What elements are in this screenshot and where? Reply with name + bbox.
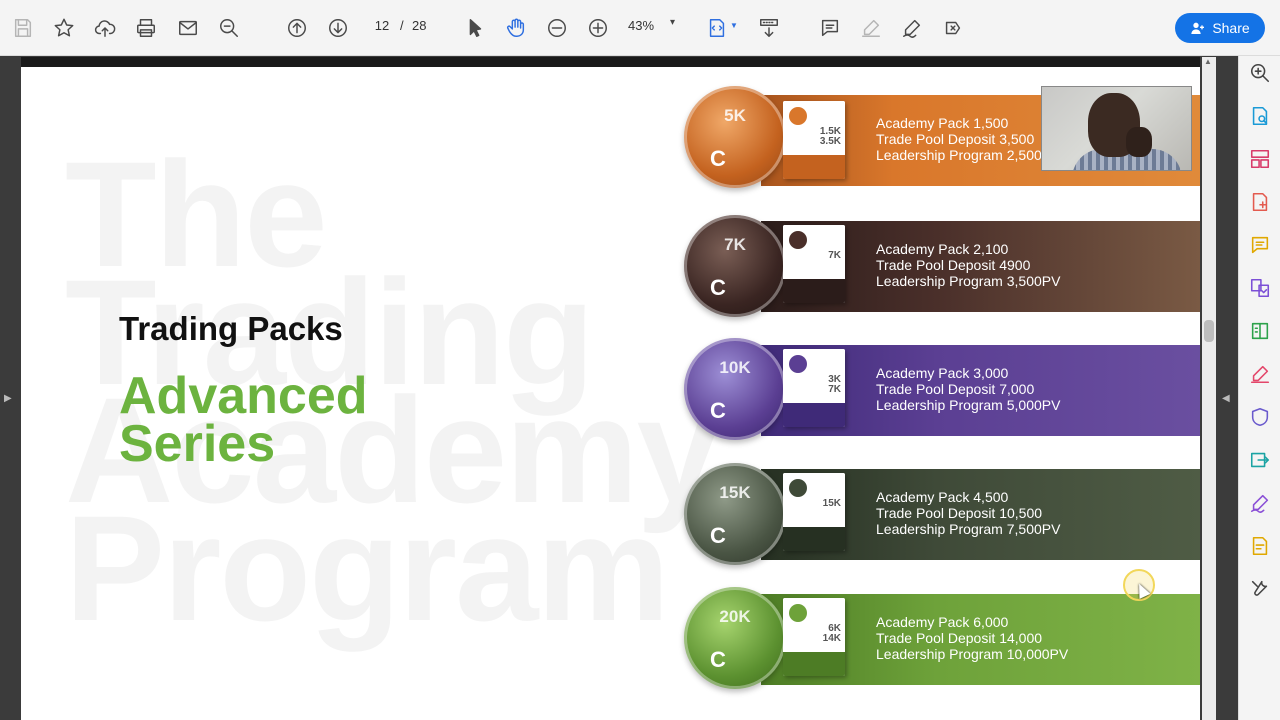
tools-sidebar xyxy=(1238,56,1280,720)
hand-tool-icon[interactable] xyxy=(500,12,532,44)
scrollbar-thumb[interactable] xyxy=(1204,320,1214,342)
select-cursor-icon[interactable] xyxy=(459,12,491,44)
prepare-form-icon[interactable] xyxy=(1247,533,1273,559)
pack-coin-5k: 5K C xyxy=(684,86,786,188)
webcam-overlay xyxy=(1041,86,1192,171)
box-label: 6K 14K xyxy=(822,623,841,644)
coin-value: 20K xyxy=(719,607,751,626)
share-label: Share xyxy=(1212,20,1250,36)
organize-pages-icon[interactable] xyxy=(1247,146,1273,172)
pack-academy: Academy Pack 3,000 xyxy=(876,365,1009,381)
sidebar-zoom-icon[interactable] xyxy=(1247,60,1273,86)
pack-coin-10k: 10K C xyxy=(684,338,786,440)
upload-cloud-icon[interactable] xyxy=(89,12,121,44)
pdf-page: The Trading Academy Program Trading Pack… xyxy=(21,67,1200,720)
brand-c-icon: C xyxy=(710,275,726,300)
previous-page-edge xyxy=(21,57,1200,67)
send-review-icon[interactable] xyxy=(1247,447,1273,473)
pack-academy: Academy Pack 2,100 xyxy=(876,241,1009,257)
pack-leadership: Leadership Program 3,500PV xyxy=(876,273,1061,289)
pack-box-7k: 7K xyxy=(783,225,845,303)
box-emblem-icon xyxy=(789,355,807,373)
next-page-icon[interactable] xyxy=(322,12,354,44)
bookmark-star-icon[interactable] xyxy=(48,12,80,44)
left-panel-toggle-icon[interactable]: ▶ xyxy=(4,393,12,404)
protect-shield-icon[interactable] xyxy=(1247,404,1273,430)
coin-value: 7K xyxy=(724,235,746,254)
pack-box-10k: 3K 7K xyxy=(783,349,845,427)
pack-academy: Academy Pack 4,500 xyxy=(876,489,1009,505)
pack-box-5k: 1.5K 3.5K xyxy=(783,101,845,179)
brand-c-icon: C xyxy=(710,398,726,423)
page-fit-icon[interactable] xyxy=(701,12,733,44)
add-user-icon xyxy=(1191,22,1205,34)
slide-subheading: Advanced Series xyxy=(119,367,368,473)
pack-coin-7k: 7K C xyxy=(684,215,786,317)
zoom-out-icon[interactable] xyxy=(541,12,573,44)
zoom-in-icon[interactable] xyxy=(582,12,614,44)
box-label: 1.5K 3.5K xyxy=(819,126,841,147)
combine-files-icon[interactable] xyxy=(1247,275,1273,301)
brand-c-icon: C xyxy=(710,647,726,672)
pack-leadership: Leadership Program 5,000PV xyxy=(876,397,1061,413)
page-separator: / xyxy=(400,18,404,33)
more-tools-icon[interactable] xyxy=(1247,576,1273,602)
main-toolbar: 12 / 28 43% ▾ ▼ Share xyxy=(0,0,1280,56)
export-pdf-icon[interactable] xyxy=(1247,103,1273,129)
print-icon[interactable] xyxy=(130,12,162,44)
share-button[interactable]: Share xyxy=(1175,13,1265,43)
save-icon[interactable] xyxy=(7,12,39,44)
page-number-input[interactable]: 12 xyxy=(368,18,396,33)
box-label: 7K xyxy=(828,250,841,261)
pack-box-15k: 15K xyxy=(783,473,845,551)
pack-academy: Academy Pack 6,000 xyxy=(876,614,1009,630)
fill-sign-icon[interactable] xyxy=(1247,361,1273,387)
ghost-text-line: Program xyxy=(65,484,670,652)
coin-value: 5K xyxy=(724,106,746,125)
edit-pdf-icon[interactable] xyxy=(1247,318,1273,344)
find-zoom-icon[interactable] xyxy=(213,12,245,44)
box-emblem-icon xyxy=(789,107,807,125)
draw-sign-icon[interactable] xyxy=(896,12,928,44)
create-pdf-icon[interactable] xyxy=(1247,189,1273,215)
request-signature-icon[interactable] xyxy=(1247,490,1273,516)
pack-leadership: Leadership Program 10,000PV xyxy=(876,646,1069,662)
pack-trade-pool: Trade Pool Deposit 7,000 xyxy=(876,381,1035,397)
pack-leadership: Leadership Program 7,500PV xyxy=(876,521,1061,537)
scroll-up-icon[interactable]: ▲ xyxy=(1204,57,1212,66)
vertical-scrollbar[interactable]: ▲ xyxy=(1202,57,1216,720)
pack-coin-15k: 15K C xyxy=(684,463,786,565)
pack-trade-pool: Trade Pool Deposit 10,500 xyxy=(876,505,1043,521)
slide-heading: Trading Packs xyxy=(119,310,343,347)
comment-tool-icon[interactable] xyxy=(1247,232,1273,258)
brand-c-icon: C xyxy=(710,523,726,548)
pack-academy: Academy Pack 1,500 xyxy=(876,115,1009,131)
coin-value: 15K xyxy=(719,483,751,502)
pack-box-20k: 6K 14K xyxy=(783,598,845,676)
zoom-level-input[interactable]: 43% xyxy=(628,18,654,33)
email-icon[interactable] xyxy=(172,12,204,44)
pack-coin-20k: 20K C xyxy=(684,587,786,689)
page-fit-dropdown-icon[interactable]: ▼ xyxy=(730,21,738,30)
scroll-mode-icon[interactable] xyxy=(753,12,785,44)
brand-c-icon: C xyxy=(710,146,726,171)
comment-icon[interactable] xyxy=(814,12,846,44)
highlight-pen-icon[interactable] xyxy=(855,12,887,44)
pack-trade-pool: Trade Pool Deposit 14,000 xyxy=(876,630,1043,646)
pack-leadership: Leadership Program 2,500PV xyxy=(876,147,1061,163)
box-emblem-icon xyxy=(789,604,807,622)
pack-trade-pool: Trade Pool Deposit 4900 xyxy=(876,257,1031,273)
box-label: 15K xyxy=(822,498,841,509)
previous-page-icon[interactable] xyxy=(281,12,313,44)
box-emblem-icon xyxy=(789,231,807,249)
coin-value: 10K xyxy=(719,358,751,377)
box-label: 3K 7K xyxy=(828,374,841,395)
page-total: 28 xyxy=(412,18,427,33)
zoom-dropdown-icon[interactable]: ▾ xyxy=(670,17,675,28)
pack-trade-pool: Trade Pool Deposit 3,500 xyxy=(876,131,1035,147)
erase-edit-icon[interactable] xyxy=(937,12,969,44)
right-panel-toggle-icon[interactable]: ◀ xyxy=(1222,393,1230,404)
box-emblem-icon xyxy=(789,479,807,497)
